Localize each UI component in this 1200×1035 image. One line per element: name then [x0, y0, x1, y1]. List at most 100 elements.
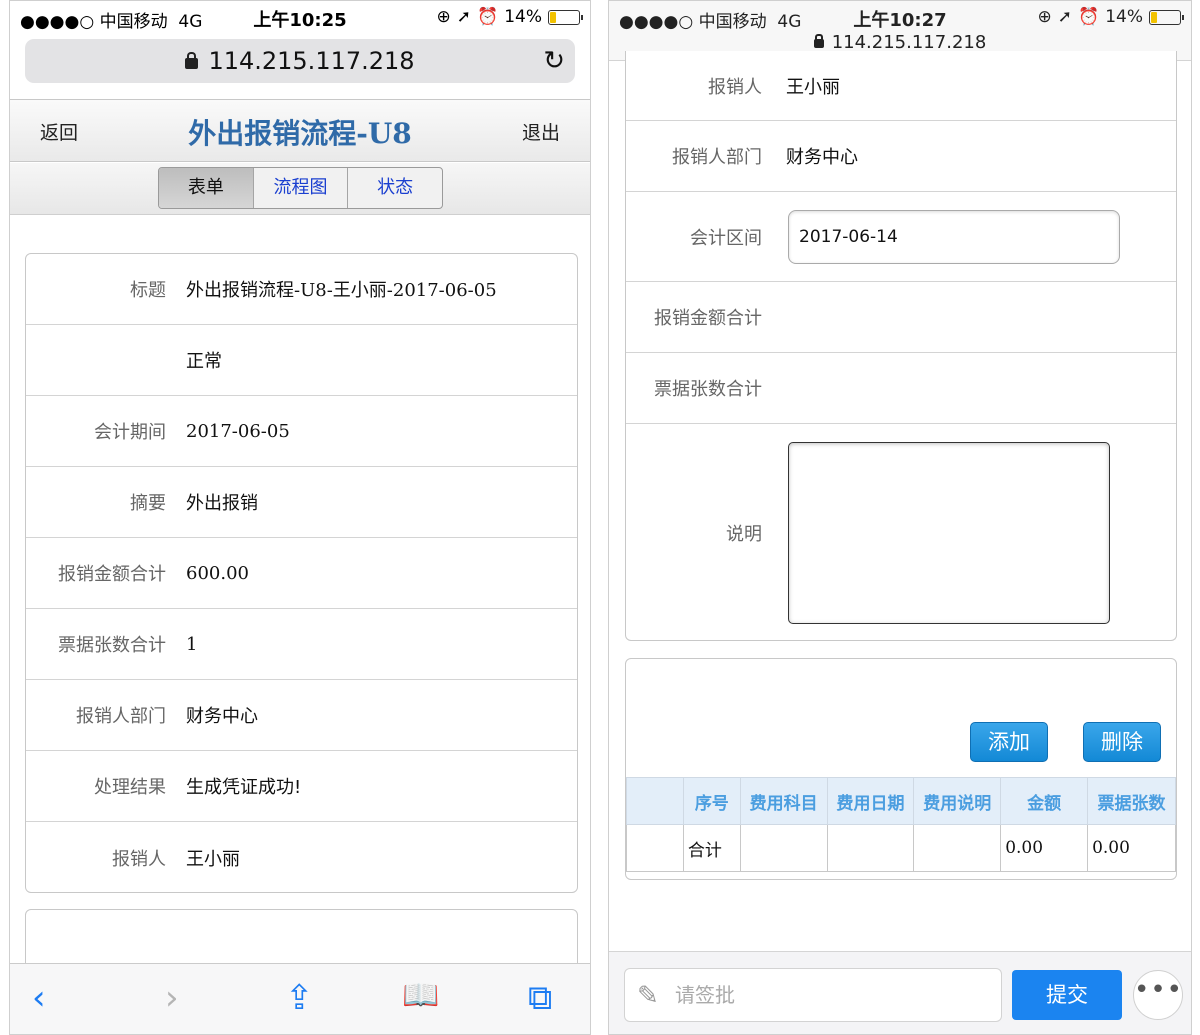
- status-right: ⊕ ➚ ⏰ 14%: [1037, 7, 1184, 27]
- orientation-lock-icon: ⊕: [1037, 7, 1052, 27]
- url-text: 114.215.117.218: [831, 32, 987, 53]
- nav-bar: 返回 外出报销流程-U8 退出: [10, 100, 590, 162]
- note-textarea[interactable]: [788, 442, 1110, 624]
- table-row: 合计 0.00 0.00: [626, 824, 1176, 872]
- field-row-amount: 报销金额合计 600.00: [26, 538, 577, 609]
- sign-input[interactable]: ✎ 请签批: [624, 968, 1002, 1022]
- field-label: 处理结果: [94, 777, 166, 798]
- field-row-receipts: 票据张数合计 1: [26, 609, 577, 680]
- right-screen: ●●●●○ 中国移动 4G 上午10:27 ⊕ ➚ ⏰ 14% 114.215.117…: [608, 0, 1192, 1035]
- field-row-receipts: 票据张数合计: [626, 353, 1176, 424]
- field-label: 报销人部门: [76, 706, 166, 727]
- field-label: 报销人: [112, 848, 166, 870]
- field-row-department: 报销人部门 财务中心: [26, 680, 577, 751]
- share-icon[interactable]: ⇪: [285, 978, 314, 1018]
- lock-icon: [185, 52, 199, 69]
- page-title: 外出报销流程-U8: [188, 117, 412, 150]
- tab-status[interactable]: 状态: [347, 168, 442, 208]
- field-label: 标题: [130, 280, 166, 301]
- field-value: 2017-06-05: [186, 420, 290, 442]
- orientation-lock-icon: ⊕: [436, 7, 451, 27]
- field-value: 王小丽: [186, 848, 240, 870]
- field-label: 报销金额合计: [654, 308, 762, 329]
- alarm-icon: ⏰: [477, 7, 499, 27]
- field-row-result: 处理结果 生成凭证成功!: [26, 751, 577, 822]
- field-row-title: 标题 外出报销流程-U8-王小丽-2017-06-05: [26, 254, 577, 325]
- field-label: [26, 325, 166, 395]
- field-value: 财务中心: [186, 706, 258, 727]
- expense-table: 序号 费用科目 费用日期 费用说明 金额 票据张数 合计 0.00 0.00: [626, 777, 1176, 872]
- field-value: 外出报销: [186, 493, 258, 514]
- field-value: 财务中心: [786, 147, 858, 168]
- table-header: 费用科目: [739, 777, 828, 825]
- field-value: 600.00: [186, 562, 249, 584]
- field-row-department: 报销人部门 财务中心: [626, 121, 1176, 192]
- add-button[interactable]: 添加: [970, 722, 1048, 762]
- field-row-status: 正常: [26, 325, 577, 396]
- delete-button[interactable]: 删除: [1083, 722, 1161, 762]
- table-header: 金额: [1000, 777, 1089, 825]
- tabs-icon[interactable]: ⧉: [528, 978, 552, 1018]
- field-row-amount: 报销金额合计: [626, 282, 1176, 353]
- field-label: 票据张数合计: [58, 635, 166, 656]
- alarm-icon: ⏰: [1078, 7, 1100, 27]
- status-right: ⊕ ➚ ⏰ 14%: [436, 7, 583, 27]
- battery-percent: 14%: [504, 7, 542, 27]
- more-icon[interactable]: •••: [1133, 970, 1183, 1020]
- location-icon: ➚: [456, 7, 472, 27]
- submit-button[interactable]: 提交: [1012, 970, 1122, 1020]
- forward-icon[interactable]: ›: [165, 978, 179, 1018]
- field-label: 报销人部门: [672, 147, 762, 168]
- field-label: 会计区间: [690, 227, 762, 249]
- field-value: 王小丽: [786, 76, 840, 98]
- table-cell: [626, 824, 684, 872]
- battery-percent: 14%: [1105, 7, 1143, 27]
- field-value: 生成凭证成功!: [186, 777, 302, 798]
- field-label: 票据张数合计: [654, 379, 762, 400]
- table-cell: 0.00: [1000, 824, 1089, 872]
- expense-card: 添加 删除 序号 费用科目 费用日期 费用说明 金额 票据张数 合计 0.00 …: [625, 658, 1177, 880]
- back-icon[interactable]: ‹: [32, 978, 46, 1018]
- lock-icon: [813, 34, 824, 48]
- browser-toolbar: ‹ › ⇪ 📖 ⧉: [10, 963, 590, 1034]
- table-cell: 合计: [682, 824, 741, 872]
- address-bar[interactable]: 114.215.117.218: [609, 32, 1191, 53]
- approval-bar: ✎ 请签批 提交 •••: [609, 951, 1191, 1034]
- form-card: 标题 外出报销流程-U8-王小丽-2017-06-05 正常 会计期间 2017-0…: [25, 253, 578, 893]
- tab-bar: 表单 流程图 状态: [10, 163, 590, 215]
- field-row-summary: 摘要 外出报销: [26, 467, 577, 538]
- bookmarks-icon[interactable]: 📖: [402, 978, 439, 1013]
- url-text: 114.215.117.218: [208, 47, 415, 75]
- field-row-period: 会计区间 2017-06-14: [626, 192, 1176, 282]
- battery-icon: [1149, 9, 1184, 25]
- field-label: 说明: [726, 523, 762, 545]
- tab-form[interactable]: 表单: [159, 168, 253, 208]
- field-label: 会计期间: [94, 422, 166, 443]
- segmented-control: 表单 流程图 状态: [158, 167, 443, 209]
- field-label: 摘要: [130, 493, 166, 514]
- table-header: [626, 777, 684, 825]
- form-card: 报销人 王小丽 报销人部门 财务中心 会计区间 2017-06-14 报销金额合计 票…: [625, 51, 1177, 641]
- field-value: 正常: [186, 351, 222, 372]
- period-input[interactable]: 2017-06-14: [788, 210, 1120, 264]
- table-cell: 0.00: [1087, 824, 1176, 872]
- left-screen: ●●●●○ 中国移动 4G 上午10:25 ⊕ ➚ ⏰ 14% 114.215.117…: [9, 0, 591, 1035]
- table-header: 费用说明: [913, 777, 1002, 825]
- reload-icon[interactable]: ↻: [543, 39, 565, 83]
- location-icon: ➚: [1057, 7, 1073, 27]
- table-cell: [913, 824, 1002, 872]
- address-bar[interactable]: 114.215.117.218 ↻: [25, 39, 575, 83]
- table-header: 票据张数: [1087, 777, 1176, 825]
- field-row-note: 说明: [626, 424, 1176, 640]
- field-label: 报销人: [708, 76, 762, 98]
- table-header-row: 序号 费用科目 费用日期 费用说明 金额 票据张数: [626, 777, 1176, 825]
- field-value: 外出报销流程-U8-王小丽-2017-06-05: [186, 280, 497, 301]
- tab-flowchart[interactable]: 流程图: [252, 168, 348, 208]
- sign-placeholder: 请签批: [675, 983, 735, 1007]
- table-header: 序号: [682, 777, 741, 825]
- table-cell: [826, 824, 915, 872]
- exit-button[interactable]: 退出: [522, 118, 560, 145]
- table-header: 费用日期: [826, 777, 915, 825]
- battery-icon: [548, 9, 583, 25]
- field-label: 报销金额合计: [58, 564, 166, 585]
